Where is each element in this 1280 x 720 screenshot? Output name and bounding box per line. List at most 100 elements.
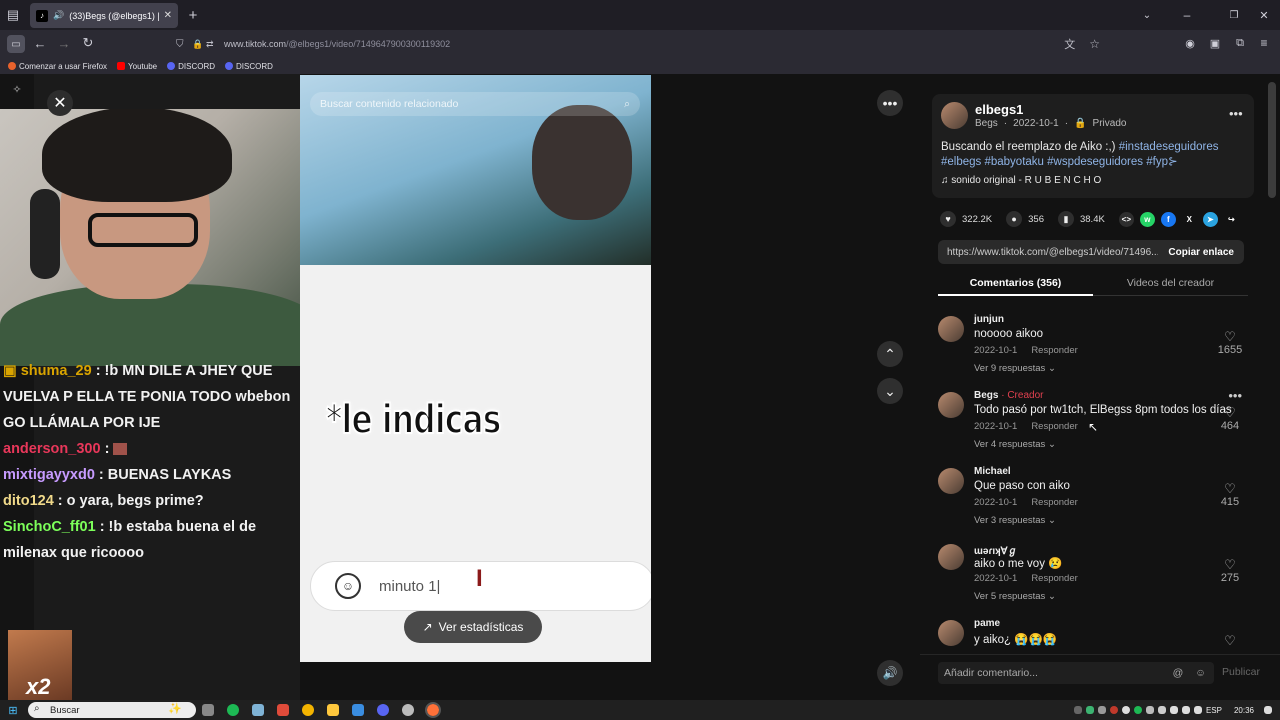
reply-button[interactable]: Responder <box>1031 345 1077 356</box>
volume-button[interactable]: 🔊 <box>877 660 903 686</box>
bookmark-star-icon[interactable]: ☆ <box>1089 37 1100 51</box>
language-indicator[interactable]: ESP <box>1206 706 1222 715</box>
bookmark-discord-2[interactable]: DISCORD <box>225 62 273 71</box>
comment-user[interactable]: Begs · Creador <box>974 390 1043 401</box>
author-avatar[interactable] <box>941 102 968 129</box>
forward-arrow-icon[interactable]: → <box>57 36 71 51</box>
share-link-text[interactable]: https://www.tiktok.com/@elbegs1/video/71… <box>938 247 1158 258</box>
comment-avatar[interactable] <box>938 468 964 494</box>
store-icon[interactable] <box>352 704 364 716</box>
comment-like[interactable]: ♡ 275 <box>1210 558 1250 585</box>
comment-like[interactable]: ♡ 464 <box>1210 406 1250 433</box>
network-icon[interactable] <box>1181 706 1190 714</box>
reply-button[interactable]: Responder <box>1031 497 1077 508</box>
tab-list-icon[interactable]: ▤ <box>6 7 20 22</box>
comment-like[interactable]: ♡ 1655 <box>1210 330 1250 357</box>
heart-icon[interactable]: ♥ <box>940 211 956 227</box>
menu-icon[interactable]: ≡ <box>1257 36 1271 50</box>
new-tab-button[interactable]: + <box>186 7 200 24</box>
hashtag-link[interactable]: #instadeseguidores <box>1119 141 1219 153</box>
comment-avatar[interactable] <box>938 544 964 570</box>
tray-app-icon[interactable] <box>1109 706 1118 714</box>
view-replies-button[interactable]: Ver 3 respuestas ⌄ <box>974 515 1056 526</box>
reply-button[interactable]: Responder <box>1031 573 1077 584</box>
comment-user[interactable]: Michael <box>974 466 1011 477</box>
embed-icon[interactable]: <> <box>1118 211 1134 227</box>
comment-input[interactable]: Añadir comentario... @ ☺ <box>938 662 1214 684</box>
file-explorer-icon[interactable] <box>327 704 339 716</box>
view-replies-button[interactable]: Ver 9 respuestas ⌄ <box>974 363 1056 374</box>
back-arrow-icon[interactable]: ← <box>33 36 47 51</box>
hashtag-link[interactable]: #elbegs #babyotaku #wspdeseguidores #fyp… <box>941 156 1178 168</box>
app-icon[interactable] <box>277 704 289 716</box>
minimize-button[interactable]: – <box>1180 8 1194 22</box>
bookmark-discord-1[interactable]: DISCORD <box>167 62 215 71</box>
panel-scrollbar[interactable] <box>1268 82 1276 198</box>
sound-link[interactable]: ♫ sonido original - R U B E N C H O <box>941 175 1101 186</box>
view-stats-button[interactable]: ↗ Ver estadísticas <box>404 611 542 643</box>
video-player[interactable]: Buscar contenido relacionado ⌕ *le indic… <box>300 75 651 662</box>
mention-icon[interactable]: @ <box>1173 667 1184 679</box>
tray-app-icon[interactable] <box>1097 706 1106 714</box>
reply-button[interactable]: Responder <box>1031 421 1077 432</box>
volume-icon[interactable] <box>1193 706 1202 714</box>
windows-start-icon[interactable]: ⊞ <box>6 703 20 717</box>
comment-user[interactable]: pame <box>974 618 1000 629</box>
copy-link-button[interactable]: Copiar enlace <box>1158 247 1244 258</box>
tray-app-icon[interactable] <box>1145 706 1154 714</box>
chrome-icon[interactable] <box>302 704 314 716</box>
tray-app-icon[interactable] <box>1157 706 1166 714</box>
post-more-icon[interactable]: ••• <box>1229 106 1243 121</box>
taskbar-search[interactable]: ⌕ Buscar ✨ <box>28 702 196 718</box>
spotify-icon[interactable] <box>227 704 239 716</box>
comment-like[interactable]: ♡ <box>1210 634 1250 648</box>
telegram-icon[interactable]: ➤ <box>1202 211 1218 227</box>
author-username[interactable]: elbegs1 <box>975 102 1023 117</box>
tab-creator-videos[interactable]: Videos del creador <box>1093 272 1248 296</box>
whatsapp-icon[interactable]: w <box>1139 211 1155 227</box>
comment-avatar[interactable] <box>938 620 964 646</box>
puzzle-icon[interactable]: ⧉ <box>1233 36 1247 50</box>
tab-overflow-chevron-icon[interactable]: ⌄ <box>1140 8 1154 22</box>
restore-button[interactable]: ❐ <box>1227 8 1241 22</box>
sparkle-icon[interactable]: ✧ <box>10 82 24 96</box>
bookmark-firefox[interactable]: Comenzar a usar Firefox <box>8 62 107 71</box>
next-video-button[interactable]: ⌄ <box>877 378 903 404</box>
firefox-icon[interactable] <box>425 702 441 718</box>
tray-app-icon[interactable] <box>1121 706 1130 714</box>
share-arrow-icon[interactable]: ↪ <box>1223 211 1239 227</box>
files-icon[interactable] <box>252 704 264 716</box>
url-bar[interactable]: ⛉ 🔒 ⇄ www.tiktok.com/@elbegs1/video/7149… <box>176 34 1104 54</box>
tray-app-icon[interactable] <box>1085 706 1094 714</box>
notification-icon[interactable] <box>1264 706 1272 714</box>
close-window-button[interactable]: ✕ <box>1257 8 1271 22</box>
tab-close-icon[interactable]: ✕ <box>164 10 172 21</box>
sidebar-toggle-icon[interactable]: ▭ <box>7 35 25 53</box>
extension-icon[interactable]: ▣ <box>1208 36 1222 50</box>
previous-video-button[interactable]: ⌃ <box>877 341 903 367</box>
task-view-icon[interactable] <box>202 704 214 716</box>
facebook-icon[interactable]: f <box>1160 211 1176 227</box>
view-replies-button[interactable]: Ver 5 respuestas ⌄ <box>974 591 1056 602</box>
tray-spotify-icon[interactable] <box>1133 706 1142 714</box>
comment-avatar[interactable] <box>938 392 964 418</box>
clock[interactable]: 20:36 <box>1234 706 1254 715</box>
comment-more-icon[interactable]: ••• <box>1228 388 1242 403</box>
view-replies-button[interactable]: Ver 4 respuestas ⌄ <box>974 439 1056 450</box>
publish-button[interactable]: Publicar <box>1222 666 1260 678</box>
tab-comments[interactable]: Comentarios (356) <box>938 272 1093 296</box>
emoji-icon[interactable]: ☺ <box>1195 667 1206 679</box>
close-video-button[interactable]: ✕ <box>47 90 73 116</box>
comment-user[interactable]: junjun <box>974 314 1004 325</box>
more-options-button[interactable]: ••• <box>877 90 903 116</box>
translate-icon[interactable]: 文 <box>1064 36 1075 52</box>
related-search-input[interactable]: Buscar contenido relacionado ⌕ <box>310 92 640 116</box>
reload-icon[interactable]: ↻ <box>81 35 95 50</box>
comment-user[interactable]: ɯǝɾıʞ∀ℊ <box>974 542 1018 557</box>
bookmark-icon[interactable]: ▮ <box>1057 211 1074 227</box>
comment-like[interactable]: ♡ 415 <box>1210 482 1250 509</box>
comment-icon[interactable]: ● <box>1006 211 1023 227</box>
discord-icon[interactable] <box>377 704 389 716</box>
tray-chevron-icon[interactable] <box>1073 706 1082 714</box>
browser-tab-active[interactable]: ♪ 🔊 (33)Begs (@elbegs1) | TikTo ✕ <box>30 3 178 28</box>
